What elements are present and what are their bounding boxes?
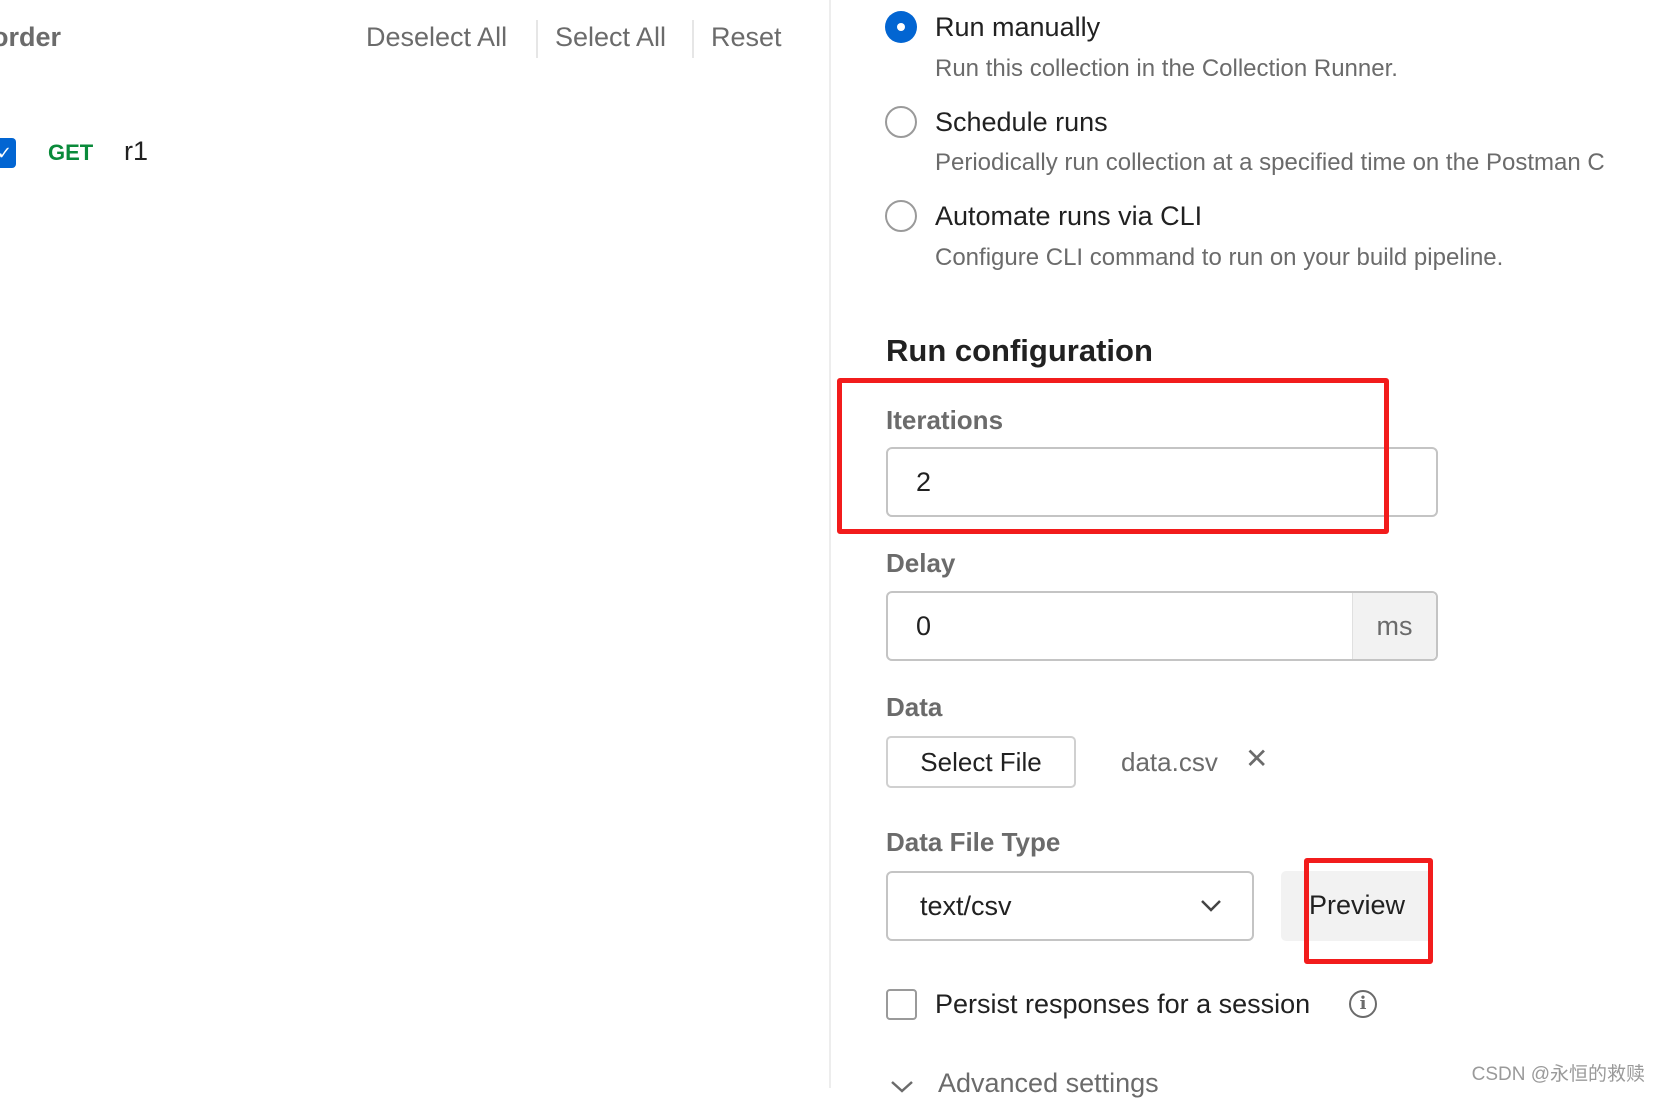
radio-schedule-runs[interactable] [885,106,917,138]
divider [536,20,538,58]
automate-cli-description: Configure CLI command to run on your bui… [935,244,1504,271]
delay-value: 0 [916,611,932,641]
data-label: Data [886,692,943,722]
panel-divider[interactable] [829,0,831,1088]
remove-file-close-icon[interactable]: ✕ [1245,742,1268,775]
run-manually-label[interactable]: Run manually [935,12,1100,43]
delay-unit: ms [1352,593,1436,659]
chevron-down-icon[interactable] [890,1080,914,1094]
watermark: CSDN @永恒的救赎 [1471,1064,1645,1085]
radio-automate-cli[interactable] [885,200,917,232]
run-manually-description: Run this collection in the Collection Ru… [935,55,1398,82]
schedule-runs-description: Periodically run collection at a specifi… [935,149,1605,176]
delay-input[interactable]: 0 ms [886,591,1438,661]
highlight-box [837,378,1389,534]
delay-label: Delay [886,548,956,578]
request-name[interactable]: r1 [124,136,148,167]
method-badge: GET [48,140,94,165]
select-all-button[interactable]: Select All [555,22,666,53]
automate-cli-label[interactable]: Automate runs via CLI [935,201,1202,232]
file-name: data.csv [1121,747,1218,777]
run-configuration-title: Run configuration [886,333,1153,368]
advanced-settings-toggle[interactable]: Advanced settings [938,1068,1159,1099]
request-checkbox[interactable]: ✓ [0,138,16,168]
persist-responses-label[interactable]: Persist responses for a session [935,989,1310,1020]
radio-run-manually[interactable] [885,11,917,43]
section-heading: order [0,22,62,52]
info-icon[interactable]: i [1349,990,1377,1018]
divider [692,20,694,58]
highlight-box [1304,858,1433,964]
chevron-down-icon [1201,900,1221,912]
data-file-type-label: Data File Type [886,827,1061,857]
check-icon: ✓ [0,143,12,163]
deselect-all-button[interactable]: Deselect All [366,22,507,53]
reset-button[interactable]: Reset [711,22,782,53]
select-file-button[interactable]: Select File [886,736,1076,788]
persist-responses-checkbox[interactable] [886,989,917,1020]
data-file-type-select[interactable]: text/csv [886,871,1254,941]
file-type-value: text/csv [920,891,1012,921]
schedule-runs-label[interactable]: Schedule runs [935,107,1108,138]
